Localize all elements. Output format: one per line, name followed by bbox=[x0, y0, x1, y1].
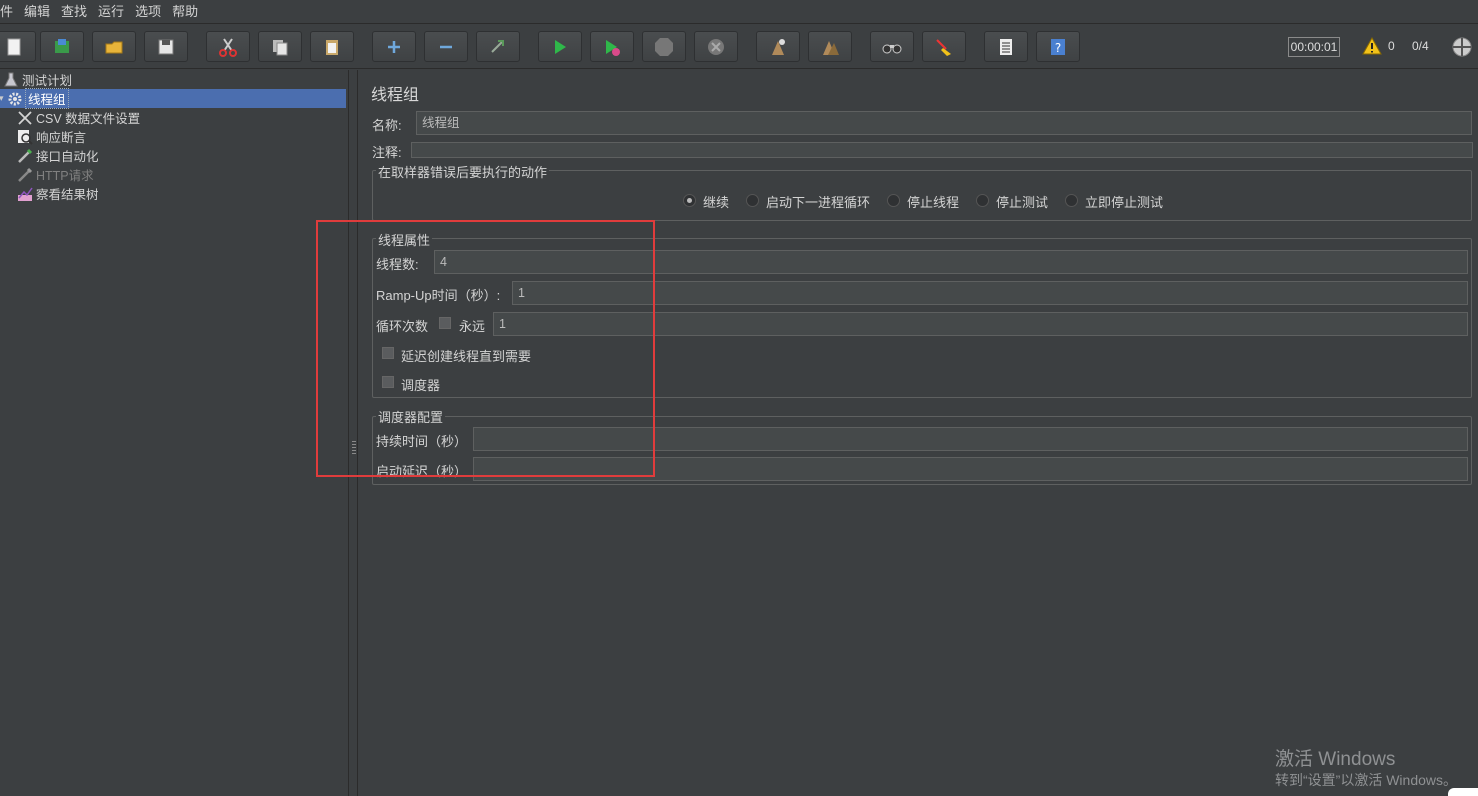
collapse-button[interactable] bbox=[424, 31, 468, 62]
open-button[interactable] bbox=[92, 31, 136, 62]
radio-stop-test-now[interactable] bbox=[1065, 194, 1078, 207]
tree-item-thread-group[interactable]: ▾ 线程组 bbox=[0, 88, 69, 109]
help-icon: ? bbox=[1051, 38, 1065, 55]
panel-title: 线程组 bbox=[371, 87, 420, 104]
pipette-icon bbox=[18, 148, 33, 163]
radio-stop-test-now-label[interactable]: 立即停止测试 bbox=[1085, 192, 1163, 211]
save-icon bbox=[158, 39, 174, 54]
clear-icon bbox=[772, 38, 785, 55]
menu-help[interactable]: 帮助 bbox=[167, 0, 204, 24]
comment-field[interactable] bbox=[411, 142, 1473, 158]
tree-item-csv-data-set[interactable]: CSV 数据文件设置 bbox=[17, 108, 140, 127]
magnifier-icon bbox=[18, 129, 33, 145]
menu-options[interactable]: 选项 bbox=[130, 0, 167, 24]
list-icon bbox=[1000, 38, 1012, 55]
search-button[interactable] bbox=[870, 31, 914, 62]
templates-icon bbox=[55, 38, 69, 53]
binoculars-icon bbox=[882, 44, 902, 53]
broom-icon bbox=[936, 38, 951, 56]
menu-search[interactable]: 查找 bbox=[56, 0, 93, 24]
toolbar: ? 00:00:01 0 0/4 bbox=[0, 25, 1478, 69]
radio-continue-label[interactable]: 继续 bbox=[703, 192, 729, 211]
tree-item-test-plan[interactable]: 测试计划 bbox=[3, 70, 72, 89]
radio-start-next-loop-label[interactable]: 启动下一进程循环 bbox=[766, 192, 870, 211]
svg-text:?: ? bbox=[1055, 41, 1061, 55]
warning-count: 0 bbox=[1388, 39, 1395, 53]
radio-stop-thread[interactable] bbox=[887, 194, 900, 207]
tree-item-label: 察看结果树 bbox=[36, 188, 99, 202]
menu-file[interactable]: 件 bbox=[0, 0, 19, 24]
start-no-pauses-icon bbox=[606, 39, 620, 56]
tree-item-api-automation[interactable]: 接口自动化 bbox=[17, 146, 99, 165]
elapsed-timer: 00:00:01 bbox=[1288, 37, 1340, 57]
tree-item-label: 响应断言 bbox=[36, 131, 87, 145]
copy-icon bbox=[273, 39, 288, 55]
tree-item-label: 测试计划 bbox=[22, 74, 73, 88]
cut-icon bbox=[219, 37, 237, 57]
menu-run[interactable]: 运行 bbox=[93, 0, 130, 24]
menu-edit[interactable]: 编辑 bbox=[19, 0, 56, 24]
menu-bar: 件 编辑 查找 运行 选项 帮助 bbox=[0, 0, 1478, 24]
paste-icon bbox=[326, 39, 338, 55]
remote-start-icon[interactable] bbox=[1451, 36, 1473, 58]
radio-start-next-loop[interactable] bbox=[746, 194, 759, 207]
start-icon bbox=[555, 39, 566, 54]
radio-continue[interactable] bbox=[683, 194, 696, 207]
clear-all-button[interactable] bbox=[808, 31, 852, 62]
copy-button[interactable] bbox=[258, 31, 302, 62]
tree-item-label: HTTP请求 bbox=[36, 169, 94, 183]
save-button[interactable] bbox=[144, 31, 188, 62]
tree-item-http-request[interactable]: HTTP请求 bbox=[17, 165, 94, 184]
templates-button[interactable] bbox=[40, 31, 84, 62]
help-button[interactable]: ? bbox=[1036, 31, 1080, 62]
tree-item-label: 线程组 bbox=[25, 88, 69, 109]
highlight-annotation-box bbox=[316, 220, 655, 477]
radio-stop-thread-label[interactable]: 停止线程 bbox=[907, 192, 959, 211]
rampup-field[interactable]: 1 bbox=[512, 281, 1468, 305]
new-button[interactable] bbox=[0, 31, 36, 62]
active-threads-count: 0/4 bbox=[1412, 39, 1429, 53]
activation-watermark-title: 激活 Windows bbox=[1275, 749, 1396, 770]
cut-button[interactable] bbox=[206, 31, 250, 62]
comment-label: 注释: bbox=[372, 145, 402, 160]
collapse-icon bbox=[440, 45, 452, 48]
tools-icon bbox=[18, 110, 32, 125]
tree-item-label: 接口自动化 bbox=[36, 150, 99, 164]
expand-icon bbox=[388, 40, 400, 53]
expand-button[interactable] bbox=[372, 31, 416, 62]
stop-button[interactable] bbox=[642, 31, 686, 62]
start-button[interactable] bbox=[538, 31, 582, 62]
tree-item-view-results-tree[interactable]: 察看结果树 bbox=[17, 184, 99, 203]
chart-icon bbox=[18, 187, 33, 201]
name-field[interactable]: 线程组 bbox=[416, 111, 1472, 135]
sampler-error-legend: 在取样器错误后要执行的动作 bbox=[376, 162, 550, 181]
pipette-icon bbox=[18, 167, 33, 182]
stop-icon bbox=[655, 37, 673, 56]
start-no-pauses-button[interactable] bbox=[590, 31, 634, 62]
corner-badge bbox=[1448, 788, 1478, 796]
open-icon bbox=[105, 41, 123, 53]
toggle-button[interactable] bbox=[476, 31, 520, 62]
paste-button[interactable] bbox=[310, 31, 354, 62]
shutdown-icon bbox=[708, 38, 724, 55]
test-plan-icon bbox=[4, 72, 18, 86]
clear-button[interactable] bbox=[756, 31, 800, 62]
tree-item-response-assertion[interactable]: 响应断言 bbox=[17, 127, 86, 146]
expand-arrow-icon[interactable]: ▾ bbox=[0, 93, 7, 104]
warning-icon[interactable] bbox=[1362, 37, 1382, 55]
new-icon bbox=[7, 38, 21, 55]
shutdown-button[interactable] bbox=[694, 31, 738, 62]
tree-item-label: CSV 数据文件设置 bbox=[36, 112, 141, 126]
reset-search-button[interactable] bbox=[922, 31, 966, 62]
toggle-icon bbox=[491, 39, 504, 53]
clear-all-icon bbox=[823, 40, 839, 55]
activation-watermark-subtitle: 转到“设置”以激活 Windows。 bbox=[1275, 772, 1458, 788]
function-helper-button[interactable] bbox=[984, 31, 1028, 62]
name-label: 名称: bbox=[372, 118, 402, 133]
gear-icon bbox=[8, 92, 22, 105]
radio-stop-test-label[interactable]: 停止测试 bbox=[996, 192, 1048, 211]
radio-stop-test[interactable] bbox=[976, 194, 989, 207]
